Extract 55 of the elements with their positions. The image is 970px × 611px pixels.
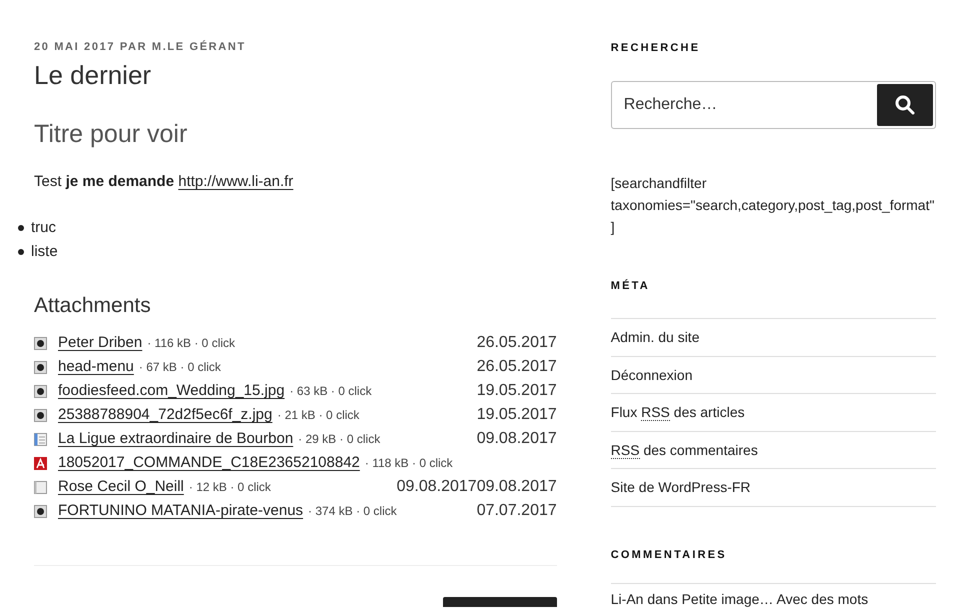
attachment-link[interactable]: 18052017_COMMANDE_C18E23652108842 xyxy=(58,452,360,474)
pdf-icon xyxy=(34,456,47,470)
image-file-icon xyxy=(34,336,47,350)
attachment-link[interactable]: Rose Cecil O_Neill xyxy=(58,476,184,498)
post-meta: 20 MAI 2017 PAR M.LE GÉRANT xyxy=(34,41,247,53)
image-file-icon xyxy=(34,504,47,518)
attachment-link[interactable]: head-menu xyxy=(58,356,134,378)
attachment-info: · 374 kB · 0 click xyxy=(308,503,397,520)
list-item: liste xyxy=(31,242,58,262)
attachment-date: 07.07.2017 xyxy=(476,501,557,521)
attachment-info: · 116 kB · 0 click xyxy=(147,335,236,352)
section-heading: Titre pour voir xyxy=(34,119,188,150)
meta-link[interactable]: Flux RSS des articles xyxy=(610,394,936,432)
attachment-date: 09.08.2017 xyxy=(476,429,557,449)
search-field[interactable]: Recherche… xyxy=(624,92,877,116)
image-file-icon xyxy=(34,408,47,422)
bullet-icon xyxy=(18,249,24,255)
attachment-date: 19.05.2017 xyxy=(476,405,557,425)
attachment-link[interactable]: foodiesfeed.com_Wedding_15.jpg xyxy=(58,380,285,402)
meta-link[interactable]: Site de WordPress-FR xyxy=(610,469,936,506)
search-form[interactable]: Recherche… xyxy=(610,80,936,128)
search-icon xyxy=(895,94,915,114)
attachment-date: 26.05.2017 xyxy=(476,357,557,377)
attachment-link[interactable]: Peter Driben xyxy=(58,332,142,354)
link[interactable]: http://www.li-an.fr xyxy=(178,173,294,190)
comment-link[interactable]: Li-An dans Petite image… Avec des mots xyxy=(610,584,936,611)
post-title: Le dernier xyxy=(34,59,152,92)
bullet-icon xyxy=(18,225,24,231)
attachment-date: 09.08.201709.08.2017 xyxy=(396,477,557,497)
search-button[interactable] xyxy=(877,84,933,126)
attachment-info: · 63 kB · 0 click xyxy=(290,383,372,400)
paragraph: Test je me demande http://www.li-an.fr xyxy=(34,172,294,192)
image-file-icon xyxy=(34,384,47,398)
attachment-info: · 29 kB · 0 click xyxy=(298,431,380,448)
shortcode-text: [searchandfilter taxonomies="search,category,post_tag,post_format"] xyxy=(610,174,936,237)
widget-heading: COMMENTAIRES xyxy=(610,548,728,562)
meta-link[interactable]: Admin. du site xyxy=(610,319,936,356)
meta-link[interactable]: RSS des commentaires xyxy=(610,432,936,469)
attachment-date: 26.05.2017 xyxy=(476,333,557,353)
attachment-info: · 21 kB · 0 click xyxy=(277,407,360,424)
attachment-info: · 67 kB · 0 click xyxy=(138,359,221,376)
meta-link[interactable]: Déconnexion xyxy=(610,356,936,394)
attachment-info: · 118 kB · 0 click xyxy=(364,455,453,472)
list-item: truc xyxy=(31,218,56,238)
widget-heading: RECHERCHE xyxy=(610,41,702,56)
attachment-link[interactable]: La Ligue extraordinaire de Bourbon xyxy=(58,428,294,450)
document-icon xyxy=(34,432,47,446)
attachment-info: · 12 kB · 0 click xyxy=(188,479,271,496)
section-heading: Attachments xyxy=(34,293,152,319)
image-file-icon xyxy=(34,360,47,374)
attachment-link[interactable]: FORTUNINO MATANIA-pirate-venus xyxy=(58,500,304,522)
file-icon xyxy=(34,480,47,494)
attachment-date: 19.05.2017 xyxy=(476,381,557,401)
attachment-link[interactable]: 25388788904_72d2f5ec6f_z.jpg xyxy=(58,404,272,426)
widget-heading: MÉTA xyxy=(610,278,651,294)
